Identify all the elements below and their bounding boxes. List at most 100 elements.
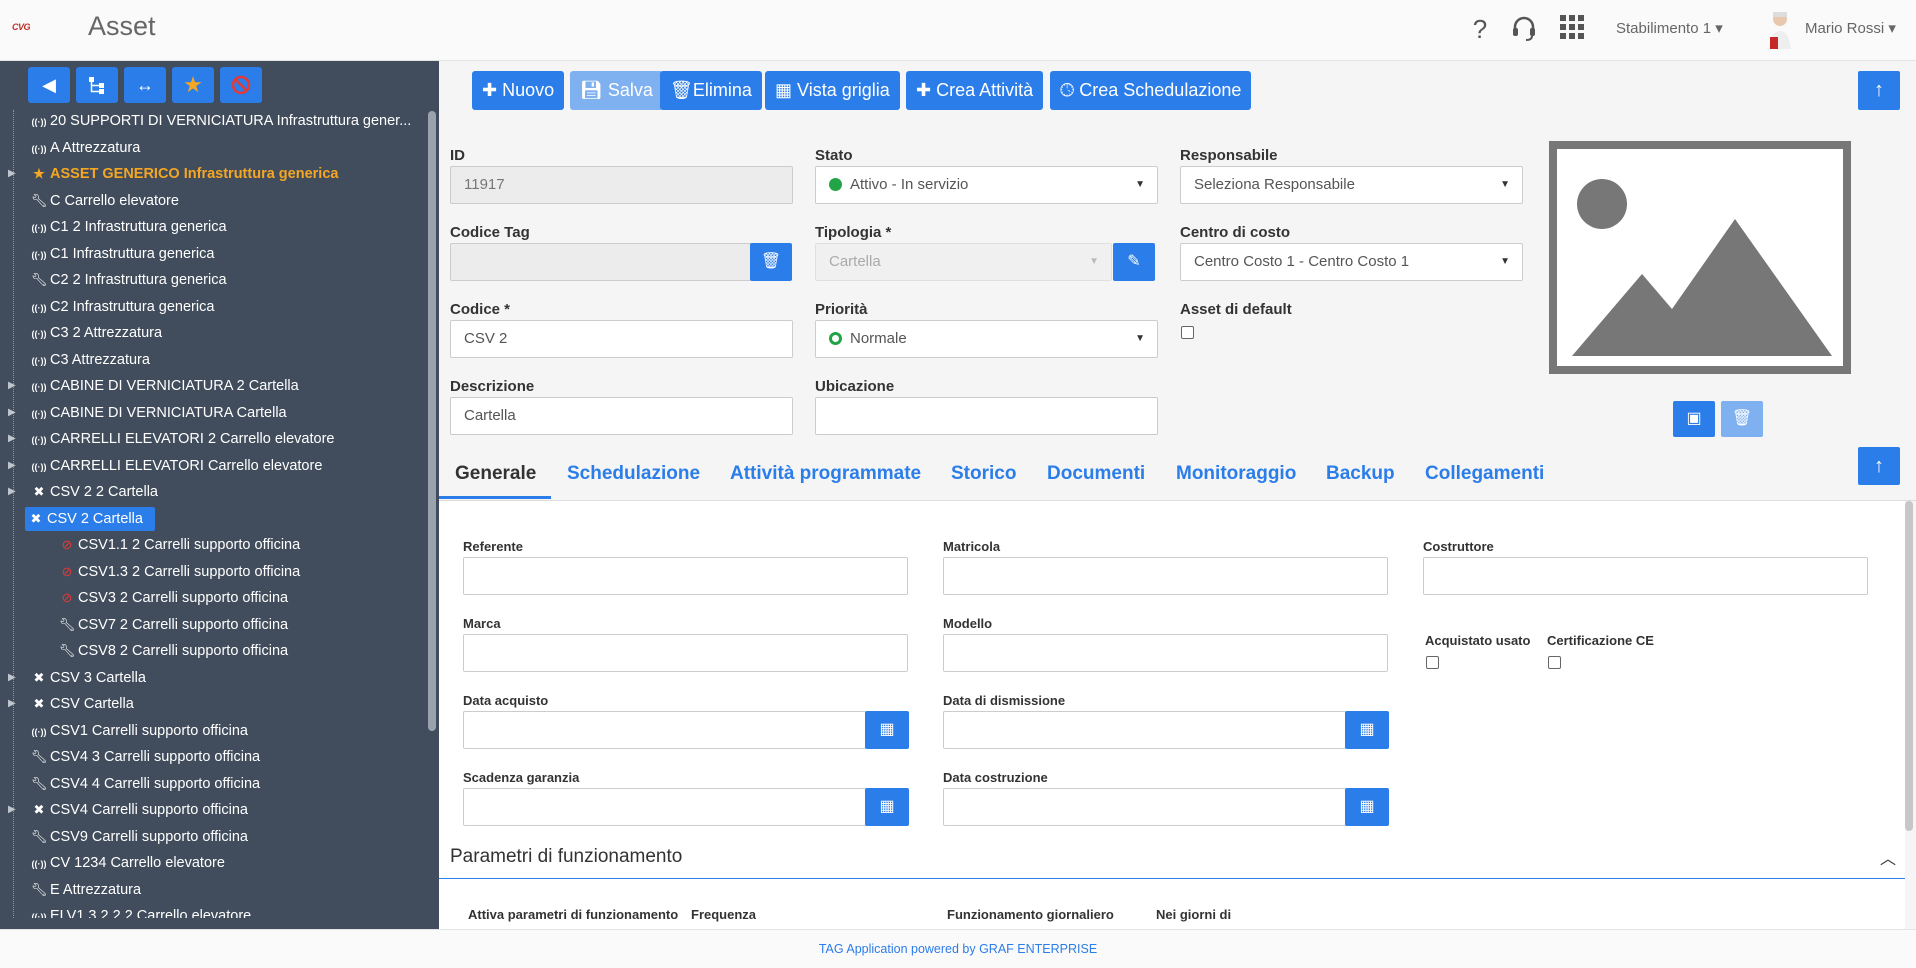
user-menu[interactable]: Mario Rossi ▾ — [1805, 19, 1896, 37]
caret-right-icon[interactable]: ▶ — [8, 804, 16, 815]
tree-item[interactable]: ⊘ CSV1.3 2 Carrelli supporto officina — [56, 560, 301, 584]
delete-button[interactable]: 🗑︎Elimina — [660, 71, 762, 110]
data-dismissione-calendar-button[interactable]: ▦ — [1345, 711, 1389, 749]
asset-default-checkbox[interactable] — [1181, 326, 1194, 339]
priorita-select[interactable]: Normale ▼ — [815, 320, 1158, 358]
codice-field[interactable]: CSV 2 — [450, 320, 793, 358]
ubicazione-field[interactable] — [815, 397, 1158, 435]
caret-right-icon[interactable]: ▶ — [8, 672, 16, 683]
scroll-top-button[interactable]: ↑ — [1858, 71, 1900, 110]
expand-all-button[interactable]: ↔ — [124, 67, 166, 103]
tree-item[interactable]: ⊘ CSV1.1 2 Carrelli supporto officina — [56, 533, 301, 557]
generale-panel: Referente Matricola Costruttore Marca Mo… — [439, 501, 1905, 929]
tree-item[interactable]: ((·)) A Attrezzatura — [28, 136, 141, 160]
certificazione-ce-checkbox[interactable] — [1548, 656, 1561, 669]
collapse-button[interactable]: ◀ — [28, 67, 70, 103]
save-button[interactable]: 💾︎ Salva — [570, 71, 663, 110]
tree-item[interactable]: ((·)) C1 Infrastruttura generica — [28, 242, 215, 266]
tree-item[interactable]: ⊘ CSV3 2 Carrelli supporto officina — [56, 586, 289, 610]
referente-field[interactable] — [463, 557, 908, 595]
tab-collegamenti[interactable]: Collegamenti — [1425, 463, 1544, 485]
tree-item[interactable]: 🔧︎ C2 2 Infrastruttura generica — [28, 268, 227, 292]
tree-item[interactable]: 🔧︎ CSV4 3 Carrelli supporto officina — [28, 745, 260, 769]
centro-costo-select[interactable]: Centro Costo 1 - Centro Costo 1 ▼ — [1180, 243, 1523, 281]
acquistato-usato-checkbox[interactable] — [1426, 656, 1439, 669]
tree-item[interactable]: ★ ASSET GENERICO Infrastruttura generica — [28, 162, 338, 186]
data-dismissione-field[interactable] — [943, 711, 1346, 749]
tree-item[interactable]: 🔧︎ E Attrezzatura — [28, 878, 141, 902]
tree-item[interactable]: ((·)) CABINE DI VERNICIATURA Cartella — [28, 401, 287, 425]
caret-right-icon[interactable]: ▶ — [8, 407, 16, 418]
tree-item[interactable]: ((·)) 20 SUPPORTI DI VERNICIATURA Infrast… — [28, 110, 412, 133]
create-schedule-button[interactable]: 🕓︎ Crea Schedulazione — [1050, 71, 1252, 110]
tree-item[interactable]: 🔧︎ CSV4 4 Carrelli supporto officina — [28, 772, 260, 796]
tree-item[interactable]: 🔧︎ CSV8 2 Carrelli supporto officina — [56, 639, 288, 663]
tipologia-select[interactable]: Cartella ▼ — [815, 243, 1112, 281]
tab-documenti[interactable]: Documenti — [1047, 463, 1145, 485]
caret-right-icon[interactable]: ▶ — [8, 460, 16, 471]
favorites-button[interactable]: ★ — [172, 67, 214, 103]
tree-item[interactable]: ((·)) C2 Infrastruttura generica — [28, 295, 215, 319]
modello-field[interactable] — [943, 634, 1388, 672]
sidebar-scrollbar[interactable] — [428, 111, 436, 731]
tab-generale[interactable]: Generale — [455, 463, 536, 485]
tree-item[interactable]: ((·)) CV 1234 Carrello elevatore — [28, 851, 225, 875]
marca-field[interactable] — [463, 634, 908, 672]
tab-monitoraggio[interactable]: Monitoraggio — [1176, 463, 1296, 485]
tree-item[interactable]: ✖ CSV 2 2 Cartella — [28, 480, 158, 504]
caret-right-icon[interactable]: ▶ — [8, 433, 16, 444]
tree-item[interactable]: 🔧︎ CSV9 Carrelli supporto officina — [28, 825, 248, 849]
scadenza-garanzia-field[interactable] — [463, 788, 866, 826]
plant-selector[interactable]: Stabilimento 1 ▾ — [1616, 19, 1723, 37]
app-logo[interactable]: CVG — [12, 22, 60, 38]
tree-item[interactable]: ((·)) CSV1 Carrelli supporto officina — [28, 719, 249, 743]
responsabile-select[interactable]: Seleziona Responsabile ▼ — [1180, 166, 1523, 204]
tree-item[interactable]: ((·)) CABINE DI VERNICIATURA 2 Cartella — [28, 374, 299, 398]
costruttore-field[interactable] — [1423, 557, 1868, 595]
apps-grid-icon[interactable] — [1557, 14, 1587, 44]
tree-item[interactable]: ((·)) C3 2 Attrezzatura — [28, 321, 163, 345]
data-acquisto-field[interactable] — [463, 711, 866, 749]
stato-select[interactable]: Attivo - In servizio ▼ — [815, 166, 1158, 204]
help-icon[interactable]: ? — [1465, 14, 1495, 44]
tree-item[interactable]: ((·)) C1 2 Infrastruttura generica — [28, 215, 227, 239]
data-acquisto-calendar-button[interactable]: ▦ — [865, 711, 909, 749]
caret-right-icon[interactable]: ▶ — [8, 698, 16, 709]
tree-item[interactable]: ✖ CSV Cartella — [28, 692, 134, 716]
tree-item[interactable]: ((·)) C3 Attrezzatura — [28, 348, 150, 372]
tab-schedulazione[interactable]: Schedulazione — [567, 463, 700, 485]
tree-item[interactable]: 🔧︎ C Carrello elevatore — [28, 189, 179, 213]
tab-backup[interactable]: Backup — [1326, 463, 1395, 485]
tab-storico[interactable]: Storico — [951, 463, 1016, 485]
matricola-field[interactable] — [943, 557, 1388, 595]
scadenza-garanzia-calendar-button[interactable]: ▦ — [865, 788, 909, 826]
tree-item[interactable]: ✖ CSV 3 Cartella — [28, 666, 146, 690]
data-costruzione-calendar-button[interactable]: ▦ — [1345, 788, 1389, 826]
new-button[interactable]: ✚ Nuovo — [472, 71, 565, 110]
caret-right-icon[interactable]: ▶ — [8, 380, 16, 391]
edit-tipologia-button[interactable]: ✎ — [1113, 243, 1155, 281]
tree-item[interactable]: ((·)) CARRELLI ELEVATORI 2 Carrello eleva… — [28, 427, 335, 451]
caret-right-icon[interactable]: ▶ — [8, 168, 16, 179]
create-activity-button[interactable]: ✚ Crea Attività — [906, 71, 1044, 110]
delete-image-button[interactable]: 🗑︎ — [1721, 401, 1763, 437]
upload-image-button[interactable]: ▣ — [1673, 401, 1715, 437]
tree-item[interactable]: ✖ CSV4 Carrelli supporto officina — [28, 798, 248, 822]
caret-right-icon[interactable]: ▶ — [8, 486, 16, 497]
avatar[interactable] — [1764, 9, 1796, 51]
data-costruzione-field[interactable] — [943, 788, 1346, 826]
clear-tag-button[interactable]: 🗑︎ — [750, 243, 792, 281]
tree-item[interactable]: ((·)) ELV1.3 2 2 2 Carrello elevatore — [28, 904, 252, 918]
chevron-up-icon[interactable]: ︿ — [1880, 845, 1896, 869]
tree-view-button[interactable] — [76, 67, 118, 103]
scroll-top-button-2[interactable]: ↑ — [1858, 447, 1900, 485]
tree-item[interactable]: ((·)) CARRELLI ELEVATORI Carrello elevato… — [28, 454, 323, 478]
tree-item[interactable]: ✖ CSV 2 Cartella — [25, 506, 155, 531]
descrizione-field[interactable]: Cartella — [450, 397, 793, 435]
tab-attivita-programmate[interactable]: Attività programmate — [730, 463, 921, 485]
grid-view-button[interactable]: ▦ Vista griglia — [765, 71, 900, 110]
headset-icon[interactable] — [1509, 14, 1539, 44]
main-scrollbar[interactable] — [1905, 501, 1913, 831]
tree-item[interactable]: 🔧︎ CSV7 2 Carrelli supporto officina — [56, 613, 288, 637]
inactive-filter-button[interactable] — [220, 67, 262, 103]
